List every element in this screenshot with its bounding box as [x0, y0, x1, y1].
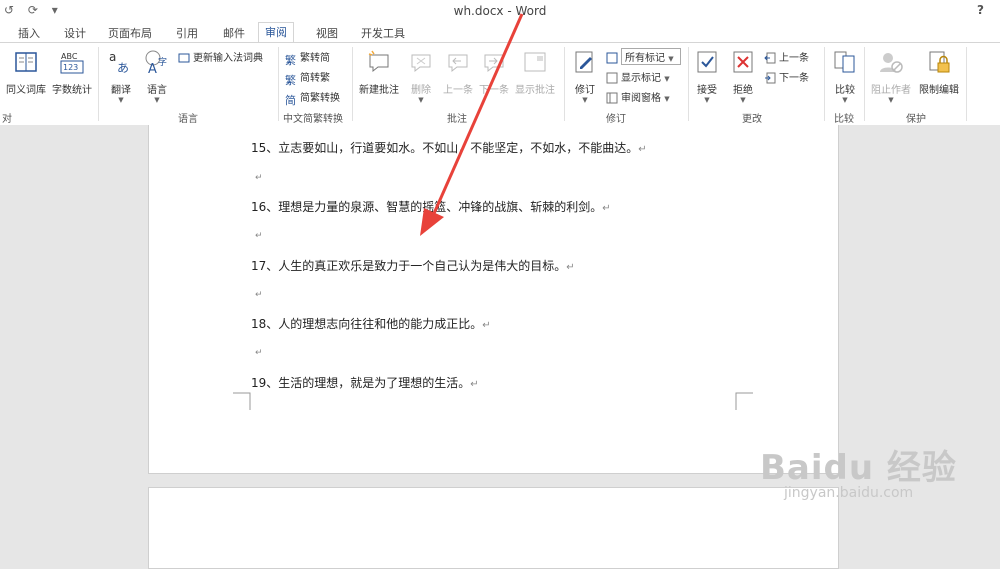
- arrow-head: [420, 208, 444, 236]
- arrow-shaft: [430, 13, 524, 219]
- watermark-logo: Baidu 经验: [760, 448, 957, 488]
- baidu-watermark: Baidu 经验 jingyan.baidu.com: [760, 440, 957, 501]
